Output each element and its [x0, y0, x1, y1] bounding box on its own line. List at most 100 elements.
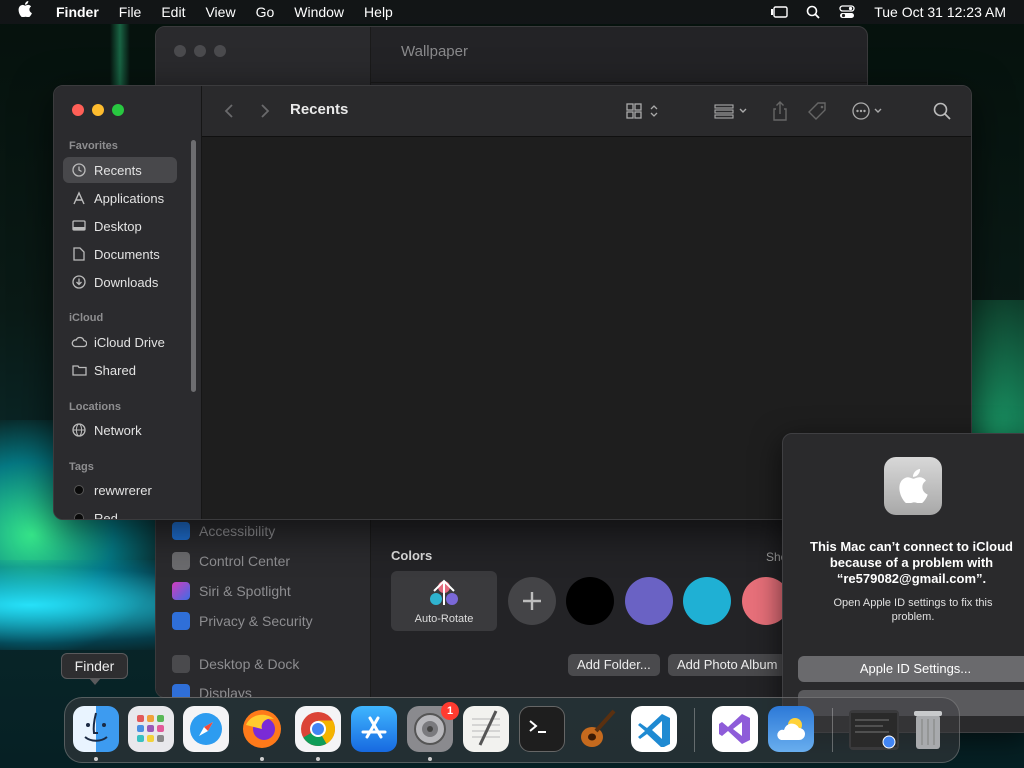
colors-section-label: Colors: [391, 548, 433, 563]
zoom-window-button[interactable]: [112, 104, 124, 116]
settings-item-desktop-dock[interactable]: Desktop & Dock: [172, 655, 299, 673]
running-indicator: [316, 757, 320, 761]
sidebar-item-recents[interactable]: Recents: [63, 157, 177, 183]
running-indicator: [260, 757, 264, 761]
sidebar-section-tags: Tags: [69, 461, 94, 473]
settings-window-title: Wallpaper: [401, 43, 468, 60]
tag-icon[interactable]: [808, 100, 828, 122]
icloud-error-dialog: This Mac can’t connect to iCloud because…: [782, 433, 1024, 733]
plus-icon: [523, 592, 541, 610]
auto-rotate-label: Auto-Rotate: [414, 613, 474, 625]
dock: 1: [64, 697, 960, 763]
sidebar-section-icloud: iCloud: [69, 312, 104, 324]
menu-window[interactable]: Window: [284, 0, 354, 24]
share-icon[interactable]: [772, 100, 788, 122]
sidebar-scrollbar[interactable]: [191, 140, 196, 392]
settings-item-control-center[interactable]: Control Center: [172, 552, 290, 570]
apple-logo-icon: [884, 457, 942, 515]
control-center-icon[interactable]: [830, 0, 864, 24]
settings-item-accessibility[interactable]: Accessibility: [172, 522, 275, 540]
cloud-icon: [71, 334, 87, 350]
document-icon: [71, 246, 87, 262]
sidebar-item-documents[interactable]: Documents: [63, 241, 177, 267]
menu-edit[interactable]: Edit: [151, 0, 195, 24]
running-indicator: [94, 757, 98, 761]
weather-icon[interactable]: [768, 706, 814, 752]
group-by-icon[interactable]: [714, 100, 750, 122]
menu-view[interactable]: View: [195, 0, 245, 24]
color-swatch-purple[interactable]: [625, 577, 673, 625]
finder-window-title: Recents: [290, 101, 349, 118]
settings-item-displays[interactable]: Displays: [172, 684, 252, 697]
textedit-icon[interactable]: [463, 706, 509, 752]
notification-badge: 1: [441, 702, 459, 720]
shared-folder-icon: [71, 362, 87, 378]
trash-icon[interactable]: [905, 706, 951, 752]
sidebar-item-applications[interactable]: Applications: [63, 185, 177, 211]
menu-go[interactable]: Go: [246, 0, 285, 24]
sidebar-section-favorites: Favorites: [69, 140, 118, 152]
back-chevron-icon[interactable]: [224, 100, 234, 122]
chrome-icon[interactable]: [295, 706, 341, 752]
color-swatch-cyan[interactable]: [683, 577, 731, 625]
firefox-icon[interactable]: [239, 706, 285, 752]
dock-tooltip: Finder: [61, 653, 128, 685]
search-icon[interactable]: [933, 100, 951, 122]
desktop-icon: [71, 218, 87, 234]
sidebar-tag-rewwrerer[interactable]: rewwrerer: [63, 477, 177, 503]
garageband-icon[interactable]: [575, 706, 621, 752]
apple-id-settings-button[interactable]: Apple ID Settings...: [798, 656, 1024, 682]
close-window-button[interactable]: [72, 104, 84, 116]
settings-item-siri-spotlight[interactable]: Siri & Spotlight: [172, 582, 291, 600]
sidebar-section-locations: Locations: [69, 401, 121, 413]
globe-icon: [71, 422, 87, 438]
finder-sidebar: Favorites Recents Applications Desktop D…: [54, 86, 202, 519]
color-swatch-black[interactable]: [566, 577, 614, 625]
finder-toolbar: Recents: [202, 86, 971, 137]
visual-studio-icon[interactable]: [712, 706, 758, 752]
settings-item-privacy-security[interactable]: Privacy & Security: [172, 612, 313, 630]
add-folder-button[interactable]: Add Folder...: [568, 654, 660, 676]
minimize-window-button[interactable]: [92, 104, 104, 116]
sidebar-tag-red[interactable]: Red: [63, 505, 177, 519]
menu-finder[interactable]: Finder: [46, 0, 109, 24]
sidebar-item-shared[interactable]: Shared: [63, 357, 177, 383]
more-actions-icon[interactable]: [851, 100, 887, 122]
dialog-detail: Open Apple ID settings to fix this probl…: [833, 597, 993, 623]
menu-file[interactable]: File: [109, 0, 152, 24]
stage-manager-icon[interactable]: [762, 0, 796, 24]
recent-window-thumbnail[interactable]: [849, 710, 899, 750]
sidebar-item-downloads[interactable]: Downloads: [63, 269, 177, 295]
spotlight-search-icon[interactable]: [796, 0, 830, 24]
finder-app-icon[interactable]: [73, 706, 119, 752]
view-grid-icon[interactable]: [626, 100, 662, 122]
add-color-button[interactable]: [508, 577, 556, 625]
sidebar-item-icloud-drive[interactable]: iCloud Drive: [63, 329, 177, 355]
clock-icon: [71, 162, 87, 178]
sidebar-item-network[interactable]: Network: [63, 417, 177, 443]
tag-dot-icon: [71, 510, 87, 519]
auto-rotate-tile[interactable]: Auto-Rotate: [391, 571, 497, 631]
terminal-icon[interactable]: [519, 706, 565, 752]
safari-icon[interactable]: [183, 706, 229, 752]
tag-dot-icon: [71, 482, 87, 498]
menubar-clock[interactable]: Tue Oct 31 12:23 AM: [864, 0, 1024, 24]
sidebar-item-desktop[interactable]: Desktop: [63, 213, 177, 239]
running-indicator: [428, 757, 432, 761]
app-store-icon[interactable]: [351, 706, 397, 752]
vscode-icon[interactable]: [631, 706, 677, 752]
forward-chevron-icon[interactable]: [260, 100, 270, 122]
auto-rotate-icon: [430, 579, 458, 605]
apple-menu-icon[interactable]: [0, 0, 46, 24]
launchpad-icon[interactable]: [128, 706, 174, 752]
menu-bar: Finder File Edit View Go Window Help Tue…: [0, 0, 1024, 24]
menu-help[interactable]: Help: [354, 0, 403, 24]
add-photo-album-button[interactable]: Add Photo Album: [668, 654, 787, 676]
dock-separator: [832, 708, 833, 752]
download-icon: [71, 274, 87, 290]
finder-window-controls: [72, 104, 124, 116]
dialog-message: This Mac can’t connect to iCloud because…: [810, 539, 1013, 586]
settings-window-controls: [174, 45, 226, 57]
applications-icon: [71, 190, 87, 206]
dock-separator: [694, 708, 695, 752]
